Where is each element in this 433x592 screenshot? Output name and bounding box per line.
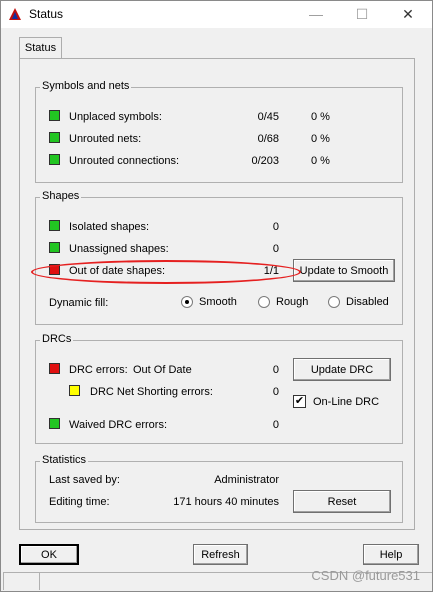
unassigned-shapes-count: 0 bbox=[272, 243, 279, 255]
watermark-text: CSDN @future531 bbox=[311, 568, 420, 583]
status-indicator-icon bbox=[49, 110, 60, 121]
group-title: Shapes bbox=[40, 190, 82, 202]
waived-drc-errors-count: 0 bbox=[272, 419, 279, 431]
minimize-button[interactable]: — bbox=[293, 1, 339, 28]
waived-drc-errors-label: Waived DRC errors: bbox=[69, 419, 167, 431]
status-indicator-icon bbox=[49, 132, 60, 143]
reset-button[interactable]: Reset bbox=[293, 490, 391, 513]
last-saved-value: Administrator bbox=[214, 474, 279, 486]
close-button[interactable]: ✕ bbox=[385, 1, 431, 28]
status-indicator-icon bbox=[69, 385, 80, 396]
unplaced-symbols-pct: 0 % bbox=[311, 111, 330, 123]
unrouted-nets-label: Unrouted nets: bbox=[69, 133, 142, 145]
fill-disabled-label[interactable]: Disabled bbox=[346, 296, 389, 308]
group-title: Symbols and nets bbox=[40, 80, 132, 92]
out-of-date-shapes-count: 1/1 bbox=[263, 265, 279, 277]
refresh-button[interactable]: Refresh bbox=[193, 544, 248, 565]
unplaced-symbols-label: Unplaced symbols: bbox=[69, 111, 162, 123]
drc-errors-label: DRC errors: bbox=[69, 364, 128, 376]
status-indicator-icon bbox=[49, 418, 60, 429]
fill-rough-label[interactable]: Rough bbox=[276, 296, 308, 308]
out-of-date-shapes-label: Out of date shapes: bbox=[69, 265, 166, 277]
help-button[interactable]: Help bbox=[363, 544, 419, 565]
drc-net-shorting-count: 0 bbox=[272, 386, 279, 398]
editing-time-label: Editing time: bbox=[49, 496, 110, 508]
status-indicator-icon bbox=[49, 220, 60, 231]
maximize-button[interactable]: ☐ bbox=[339, 1, 385, 28]
online-drc-checkbox[interactable]: ✔ bbox=[293, 395, 306, 408]
drc-errors-count: 0 bbox=[272, 364, 279, 376]
title-bar[interactable]: Status — ☐ ✕ bbox=[1, 1, 432, 28]
unrouted-connections-pct: 0 % bbox=[311, 155, 330, 167]
group-title: DRCs bbox=[40, 333, 74, 345]
online-drc-label[interactable]: On-Line DRC bbox=[313, 396, 379, 408]
fill-rough-radio[interactable] bbox=[258, 296, 270, 308]
fill-smooth-radio[interactable] bbox=[181, 296, 193, 308]
status-bar-cell bbox=[3, 572, 39, 590]
status-indicator-icon bbox=[49, 154, 60, 165]
ok-button[interactable]: OK bbox=[19, 544, 79, 565]
window-title: Status bbox=[29, 7, 64, 21]
drc-errors-status-text: Out Of Date bbox=[133, 364, 192, 376]
unrouted-connections-label: Unrouted connections: bbox=[69, 155, 180, 167]
app-logo-icon bbox=[7, 6, 23, 22]
isolated-shapes-count: 0 bbox=[272, 221, 279, 233]
status-dialog: Status — ☐ ✕ Status Symbols and nets Unp… bbox=[0, 0, 433, 592]
last-saved-label: Last saved by: bbox=[49, 474, 120, 486]
unplaced-symbols-count: 0/45 bbox=[257, 111, 279, 123]
unrouted-nets-pct: 0 % bbox=[311, 133, 330, 145]
fill-smooth-label[interactable]: Smooth bbox=[199, 296, 237, 308]
status-indicator-icon bbox=[49, 363, 60, 374]
fill-disabled-radio[interactable] bbox=[328, 296, 340, 308]
status-indicator-icon bbox=[49, 264, 60, 275]
unrouted-nets-count: 0/68 bbox=[257, 133, 279, 145]
group-title: Statistics bbox=[40, 454, 89, 466]
dynamic-fill-label: Dynamic fill: bbox=[49, 297, 109, 309]
isolated-shapes-label: Isolated shapes: bbox=[69, 221, 150, 233]
drc-net-shorting-label: DRC Net Shorting errors: bbox=[90, 386, 213, 398]
unrouted-connections-count: 0/203 bbox=[251, 155, 279, 167]
unassigned-shapes-label: Unassigned shapes: bbox=[69, 243, 169, 255]
tab-status[interactable]: Status bbox=[19, 37, 62, 59]
update-to-smooth-button[interactable]: Update to Smooth bbox=[293, 259, 395, 282]
status-indicator-icon bbox=[49, 242, 60, 253]
editing-time-value: 171 hours 40 minutes bbox=[173, 496, 279, 508]
update-drc-button[interactable]: Update DRC bbox=[293, 358, 391, 381]
